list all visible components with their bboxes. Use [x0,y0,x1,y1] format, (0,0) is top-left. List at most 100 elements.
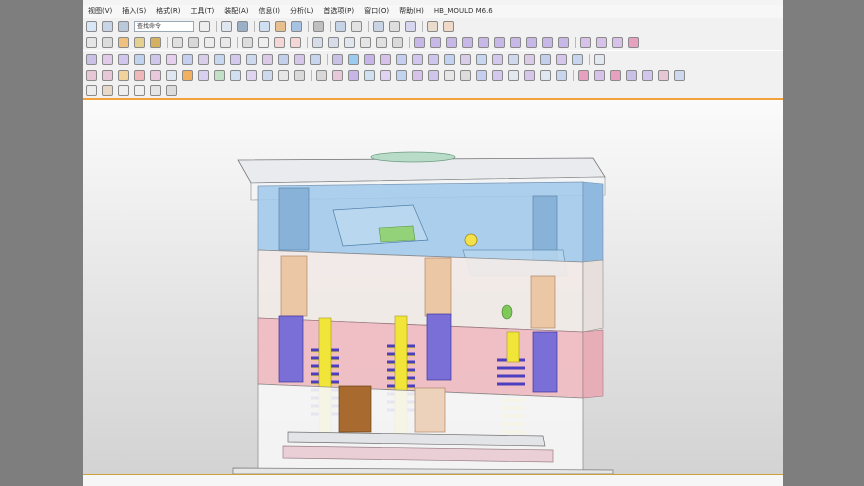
hole-icon[interactable] [204,36,215,48]
blend-icon[interactable] [312,36,323,48]
hb-tool-24-icon[interactable] [460,53,471,65]
hb-tool-18-icon[interactable] [364,53,375,65]
hb-tool-52-icon[interactable] [626,69,637,81]
hb-tool-15-icon[interactable] [310,53,321,65]
hb-tool-2-icon[interactable] [102,53,113,65]
undo-icon[interactable] [86,85,97,96]
chamfer-icon[interactable] [328,36,339,48]
selection-filter-icon[interactable] [102,85,113,96]
hb-tool-26-icon[interactable] [492,53,503,65]
hb-tool-4-icon[interactable] [134,53,145,65]
bom-icon[interactable] [278,69,289,81]
hb-tool-27-icon[interactable] [508,53,519,65]
plate-icon[interactable] [102,69,113,81]
menu-view[interactable]: 视图(V) [83,5,117,18]
hb-tool-49-icon[interactable] [578,69,589,81]
guide-bushing-left[interactable] [278,187,310,251]
measure-icon[interactable] [351,20,362,32]
redo-icon[interactable] [118,85,129,96]
search-icon[interactable] [199,20,210,32]
hb-tool-5-icon[interactable] [150,53,161,65]
hb-tool-16-icon[interactable] [332,53,343,65]
guide-post-center[interactable] [426,313,452,381]
dimension-icon[interactable] [443,20,454,32]
hb-tool-48-icon[interactable] [556,69,567,81]
hb-tool-41-icon[interactable] [444,69,455,81]
hb-tool-23-icon[interactable] [444,53,455,65]
hb-tool-45-icon[interactable] [508,69,519,81]
menu-tools[interactable]: 工具(T) [186,5,220,18]
hb-tool-20-icon[interactable] [396,53,407,65]
mould-tool-11-icon[interactable] [580,36,591,48]
sketch-icon[interactable] [427,20,438,32]
display-mode-icon[interactable] [259,20,270,32]
hb-tool-55-icon[interactable] [674,69,685,81]
hb-tool-54-icon[interactable] [658,69,669,81]
hb-tool-31-icon[interactable] [572,53,583,65]
hb-tool-8-icon[interactable] [198,53,209,65]
spline-icon[interactable] [134,36,145,48]
insert-green[interactable] [378,225,416,243]
fit-view-icon[interactable] [166,85,177,96]
hb-tool-25-icon[interactable] [476,53,487,65]
hb-tool-13-icon[interactable] [278,53,289,65]
hb-tool-6-icon[interactable] [166,53,177,65]
shaded-view-icon[interactable] [237,20,248,32]
hb-tool-29-icon[interactable] [540,53,551,65]
hb-tool-1-icon[interactable] [86,53,97,65]
offset-curve-icon[interactable] [150,36,161,48]
hb-tool-47-icon[interactable] [540,69,551,81]
hb-tool-39-icon[interactable] [412,69,423,81]
slider-icon[interactable] [198,69,209,81]
hb-tool-36-icon[interactable] [364,69,375,81]
hb-tool-3-icon[interactable] [118,53,129,65]
support-pillar-center[interactable] [424,257,452,317]
line-icon[interactable] [102,36,113,48]
section-view-icon[interactable] [405,20,416,32]
hb-tool-33-icon[interactable] [316,69,327,81]
extrude-icon[interactable] [172,36,183,48]
hb-tool-9-icon[interactable] [214,53,225,65]
mould-tool-9-icon[interactable] [542,36,553,48]
hb-tool-51-icon[interactable] [610,69,621,81]
menu-format[interactable]: 格式(R) [151,5,185,18]
open-file-icon[interactable] [102,20,113,32]
hb-tool-37-icon[interactable] [380,69,391,81]
boss-icon[interactable] [220,36,231,48]
prev-frame-icon[interactable] [258,36,269,48]
hb-tool-7-icon[interactable] [182,53,193,65]
hb-tool-34-icon[interactable] [332,69,343,81]
hb-tool-43-icon[interactable] [476,69,487,81]
pocket-icon[interactable] [246,69,257,81]
delete-icon[interactable] [134,69,145,81]
save-icon[interactable] [118,20,129,32]
hb-tool-17-icon[interactable] [348,53,359,65]
support-pillar-right[interactable] [530,275,556,329]
menu-assembly[interactable]: 装配(A) [219,5,253,18]
mould-tool-4-icon[interactable] [462,36,473,48]
hb-tool-44-icon[interactable] [492,69,503,81]
bushing-block-right[interactable] [414,387,446,433]
trim-body-icon[interactable] [376,36,387,48]
hb-tool-32-icon[interactable] [594,53,605,65]
background-color-icon[interactable] [313,20,324,32]
hb-tool-11-icon[interactable] [246,53,257,65]
insert-icon[interactable] [230,69,241,81]
new-file-icon[interactable] [86,20,97,32]
hb-tool-42-icon[interactable] [460,69,471,81]
mould-tool-8-icon[interactable] [526,36,537,48]
guide-post-left[interactable] [278,315,304,383]
hb-tool-12-icon[interactable] [262,53,273,65]
screw-icon[interactable] [118,69,129,81]
edit-object-icon[interactable] [275,20,286,32]
menu-window[interactable]: 窗口(O) [359,5,394,18]
green-pin-head[interactable] [501,304,513,320]
mould-tool-14-icon[interactable] [628,36,639,48]
view-orient-icon[interactable] [150,85,161,96]
hb-tool-38-icon[interactable] [396,69,407,81]
snap-icon[interactable] [389,20,400,32]
hb-tool-22-icon[interactable] [428,53,439,65]
menu-preferences[interactable]: 首选项(P) [318,5,359,18]
runner-icon[interactable] [182,69,193,81]
hb-tool-10-icon[interactable] [230,53,241,65]
